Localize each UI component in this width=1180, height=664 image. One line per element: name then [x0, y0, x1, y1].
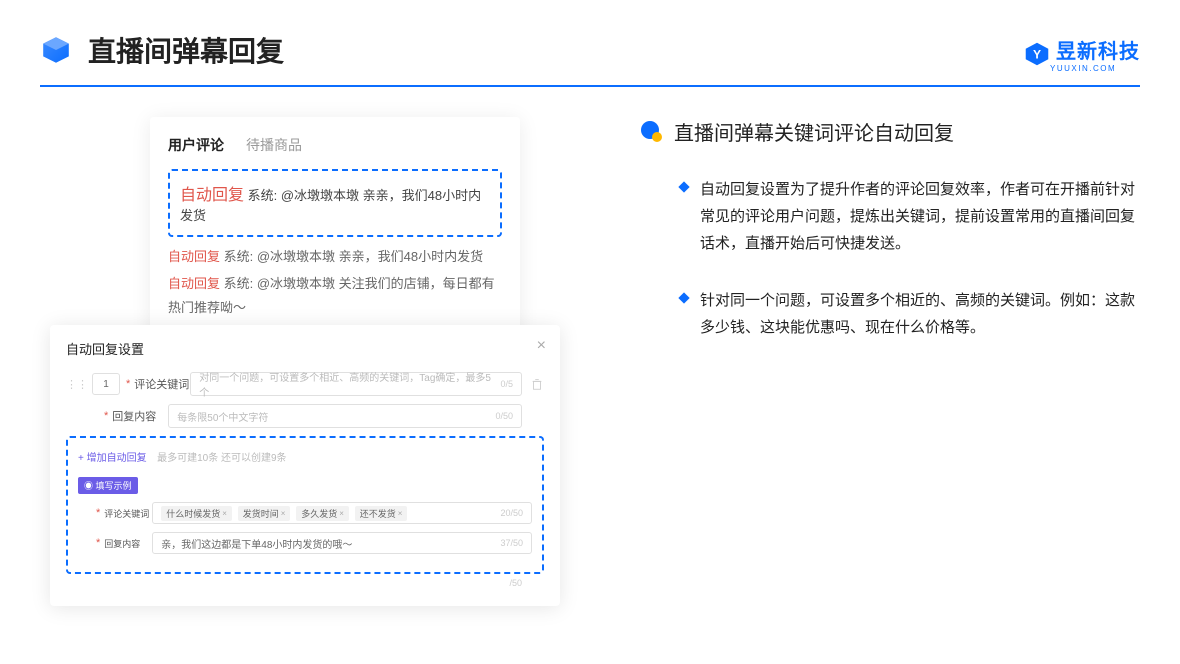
- bullet-icon: [678, 292, 689, 303]
- content-row: * 回复内容 每条限50个中文字符 0/50: [66, 404, 544, 428]
- bullet-item: 针对同一个问题，可设置多个相近的、高频的关键词。例如：这款多少钱、这块能优惠吗、…: [640, 287, 1140, 341]
- comment-panel: 用户评论 待播商品 自动回复 系统: @冰墩墩本墩 亲亲，我们48小时内发货 自…: [150, 117, 520, 341]
- keyword-row: ⋮⋮ 1 * 评论关键词 对同一个问题，可设置多个相近、高频的关键词，Tag确定…: [66, 372, 544, 396]
- keyword-input[interactable]: 对同一个问题，可设置多个相近、高频的关键词，Tag确定，最多5个 0/5: [190, 372, 522, 396]
- example-box: + 增加自动回复 最多可建10条 还可以创建9条 ◉ 填写示例 * 评论关键词 …: [66, 436, 544, 574]
- chat-bubble-icon: [640, 120, 664, 144]
- page-title: 直播间弹幕回复: [88, 30, 284, 70]
- brand-logo: Y 昱新科技 YUUXIN.COM: [1024, 35, 1140, 73]
- bullet-item: 自动回复设置为了提升作者的评论回复效率，作者可在开播前针对常见的评论用户问题，提…: [640, 176, 1140, 257]
- required-marker: *: [104, 410, 108, 422]
- ex-keyword-input[interactable]: 什么时候发货× 发货时间× 多久发货× 还不发货× 20/50: [152, 502, 532, 524]
- comment-line: 自动回复 系统: @冰墩墩本墩 亲亲，我们48小时内发货: [168, 245, 502, 270]
- add-auto-reply-link[interactable]: + 增加自动回复: [78, 449, 147, 464]
- example-content-row: * 回复内容 亲，我们这边都是下单48小时内发货的哦～ 37/50: [78, 532, 532, 554]
- bullet-text: 自动回复设置为了提升作者的评论回复效率，作者可在开播前针对常见的评论用户问题，提…: [700, 176, 1140, 257]
- keyword-label: 评论关键词: [134, 376, 190, 392]
- ex-kw-label: 评论关键词: [104, 507, 152, 520]
- example-badge: ◉ 填写示例: [78, 477, 138, 494]
- settings-title: 自动回复设置: [66, 339, 544, 358]
- required-marker: *: [126, 378, 130, 390]
- bullet-text: 针对同一个问题，可设置多个相近的、高频的关键词。例如：这款多少钱、这块能优惠吗、…: [700, 287, 1140, 341]
- comment-line: 自动回复 系统: @冰墩墩本墩 关注我们的店铺，每日都有热门推荐呦～: [168, 272, 502, 321]
- auto-reply-tag: 自动回复: [180, 187, 244, 204]
- highlighted-comment: 自动回复 系统: @冰墩墩本墩 亲亲，我们48小时内发货: [168, 169, 502, 237]
- tag-chip[interactable]: 什么时候发货×: [161, 506, 232, 521]
- ex-content-label: 回复内容: [104, 537, 152, 550]
- required-marker: *: [96, 507, 100, 519]
- outer-count: /50: [66, 578, 544, 588]
- section-title: 直播间弹幕关键词评论自动回复: [674, 117, 954, 146]
- comment-text: 系统: @冰墩墩本墩 亲亲，我们48小时内发货: [220, 249, 483, 264]
- svg-text:Y: Y: [1033, 47, 1041, 61]
- tab-user-comments[interactable]: 用户评论: [168, 135, 224, 155]
- tab-pending-goods[interactable]: 待播商品: [246, 135, 302, 155]
- trash-icon[interactable]: [530, 377, 544, 391]
- add-hint: 最多可建10条 还可以创建9条: [157, 453, 286, 464]
- cube-icon: [40, 34, 72, 66]
- content-label: 回复内容: [112, 408, 168, 424]
- description-column: 直播间弹幕关键词评论自动回复 自动回复设置为了提升作者的评论回复效率，作者可在开…: [600, 117, 1140, 371]
- example-keyword-row: * 评论关键词 什么时候发货× 发货时间× 多久发货× 还不发货× 20/50: [78, 502, 532, 524]
- settings-panel: 自动回复设置 × ⋮⋮ 1 * 评论关键词 对同一个问题，可设置多个相近、高频的…: [50, 325, 560, 606]
- tag-chip[interactable]: 多久发货×: [296, 506, 349, 521]
- auto-reply-tag: 自动回复: [168, 249, 220, 264]
- logo-icon: Y: [1024, 41, 1050, 67]
- ex-content-input[interactable]: 亲，我们这边都是下单48小时内发货的哦～ 37/50: [152, 532, 532, 554]
- close-icon[interactable]: ×: [537, 337, 546, 355]
- tag-chip[interactable]: 还不发货×: [355, 506, 408, 521]
- brand-url: YUUXIN.COM: [1050, 64, 1140, 73]
- comment-tabs: 用户评论 待播商品: [168, 135, 502, 155]
- content-input[interactable]: 每条限50个中文字符 0/50: [168, 404, 522, 428]
- bullet-icon: [678, 181, 689, 192]
- screenshot-column: 用户评论 待播商品 自动回复 系统: @冰墩墩本墩 亲亲，我们48小时内发货 自…: [60, 117, 600, 371]
- header: 直播间弹幕回复 Y 昱新科技 YUUXIN.COM: [0, 0, 1180, 85]
- row-number: 1: [92, 373, 120, 395]
- auto-reply-tag: 自动回复: [168, 276, 220, 291]
- tag-chip[interactable]: 发货时间×: [238, 506, 291, 521]
- brand-name: 昱新科技: [1056, 41, 1140, 63]
- required-marker: *: [96, 537, 100, 549]
- section-head: 直播间弹幕关键词评论自动回复: [640, 117, 1140, 146]
